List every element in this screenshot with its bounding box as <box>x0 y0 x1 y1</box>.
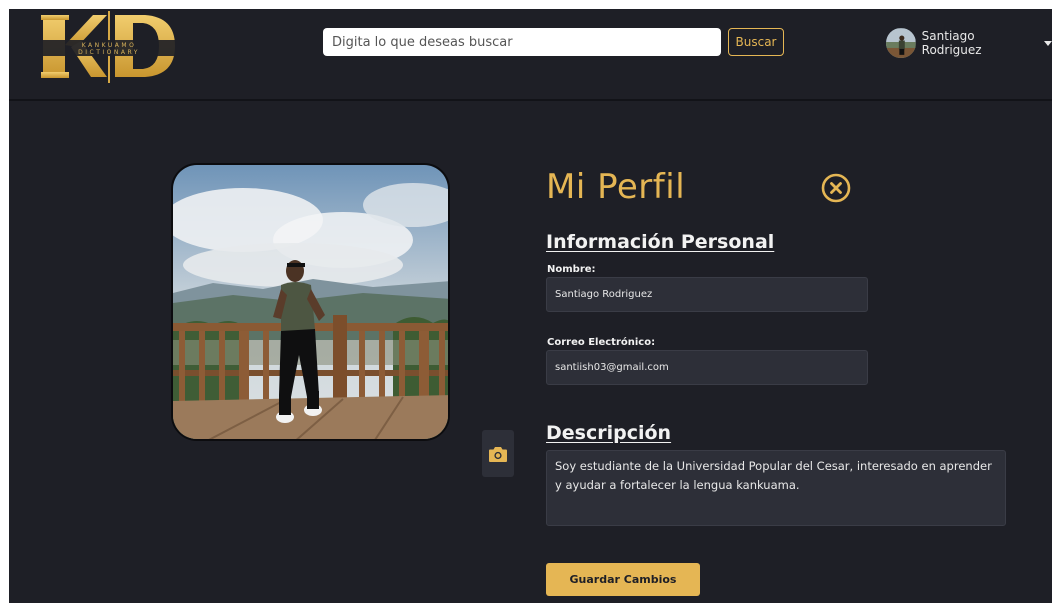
top-navbar: KANKUAMO DICTIONARY Buscar Santiago Rodr… <box>9 9 1052 101</box>
personal-info-heading: Información Personal <box>546 231 775 253</box>
svg-text:KANKUAMO: KANKUAMO <box>82 42 137 49</box>
kankuamo-dictionary-logo[interactable]: KANKUAMO DICTIONARY <box>41 11 177 83</box>
caret-down-icon <box>1044 40 1052 46</box>
profile-photo-image <box>173 165 448 439</box>
change-photo-button[interactable] <box>482 430 514 477</box>
name-field[interactable] <box>546 277 868 312</box>
email-field[interactable] <box>546 350 868 385</box>
user-avatar <box>886 28 916 58</box>
profile-photo <box>171 163 450 441</box>
svg-text:DICTIONARY: DICTIONARY <box>78 49 140 56</box>
save-changes-button[interactable]: Guardar Cambios <box>546 563 700 596</box>
close-circle-icon[interactable] <box>820 172 852 204</box>
user-menu-toggle[interactable]: Santiago Rodriguez <box>886 27 1052 59</box>
app-window: KANKUAMO DICTIONARY Buscar Santiago Rodr… <box>9 9 1052 603</box>
email-label: Correo Electrónico: <box>547 337 656 348</box>
description-textarea[interactable]: Soy estudiante de la Universidad Popular… <box>546 450 1006 526</box>
camera-icon <box>489 446 507 462</box>
name-label: Nombre: <box>547 264 596 275</box>
search-button[interactable]: Buscar <box>728 28 784 56</box>
search-input[interactable] <box>323 28 721 56</box>
page-title: Mi Perfil <box>546 167 686 207</box>
description-heading: Descripción <box>546 422 672 444</box>
user-name: Santiago Rodriguez <box>921 29 982 57</box>
